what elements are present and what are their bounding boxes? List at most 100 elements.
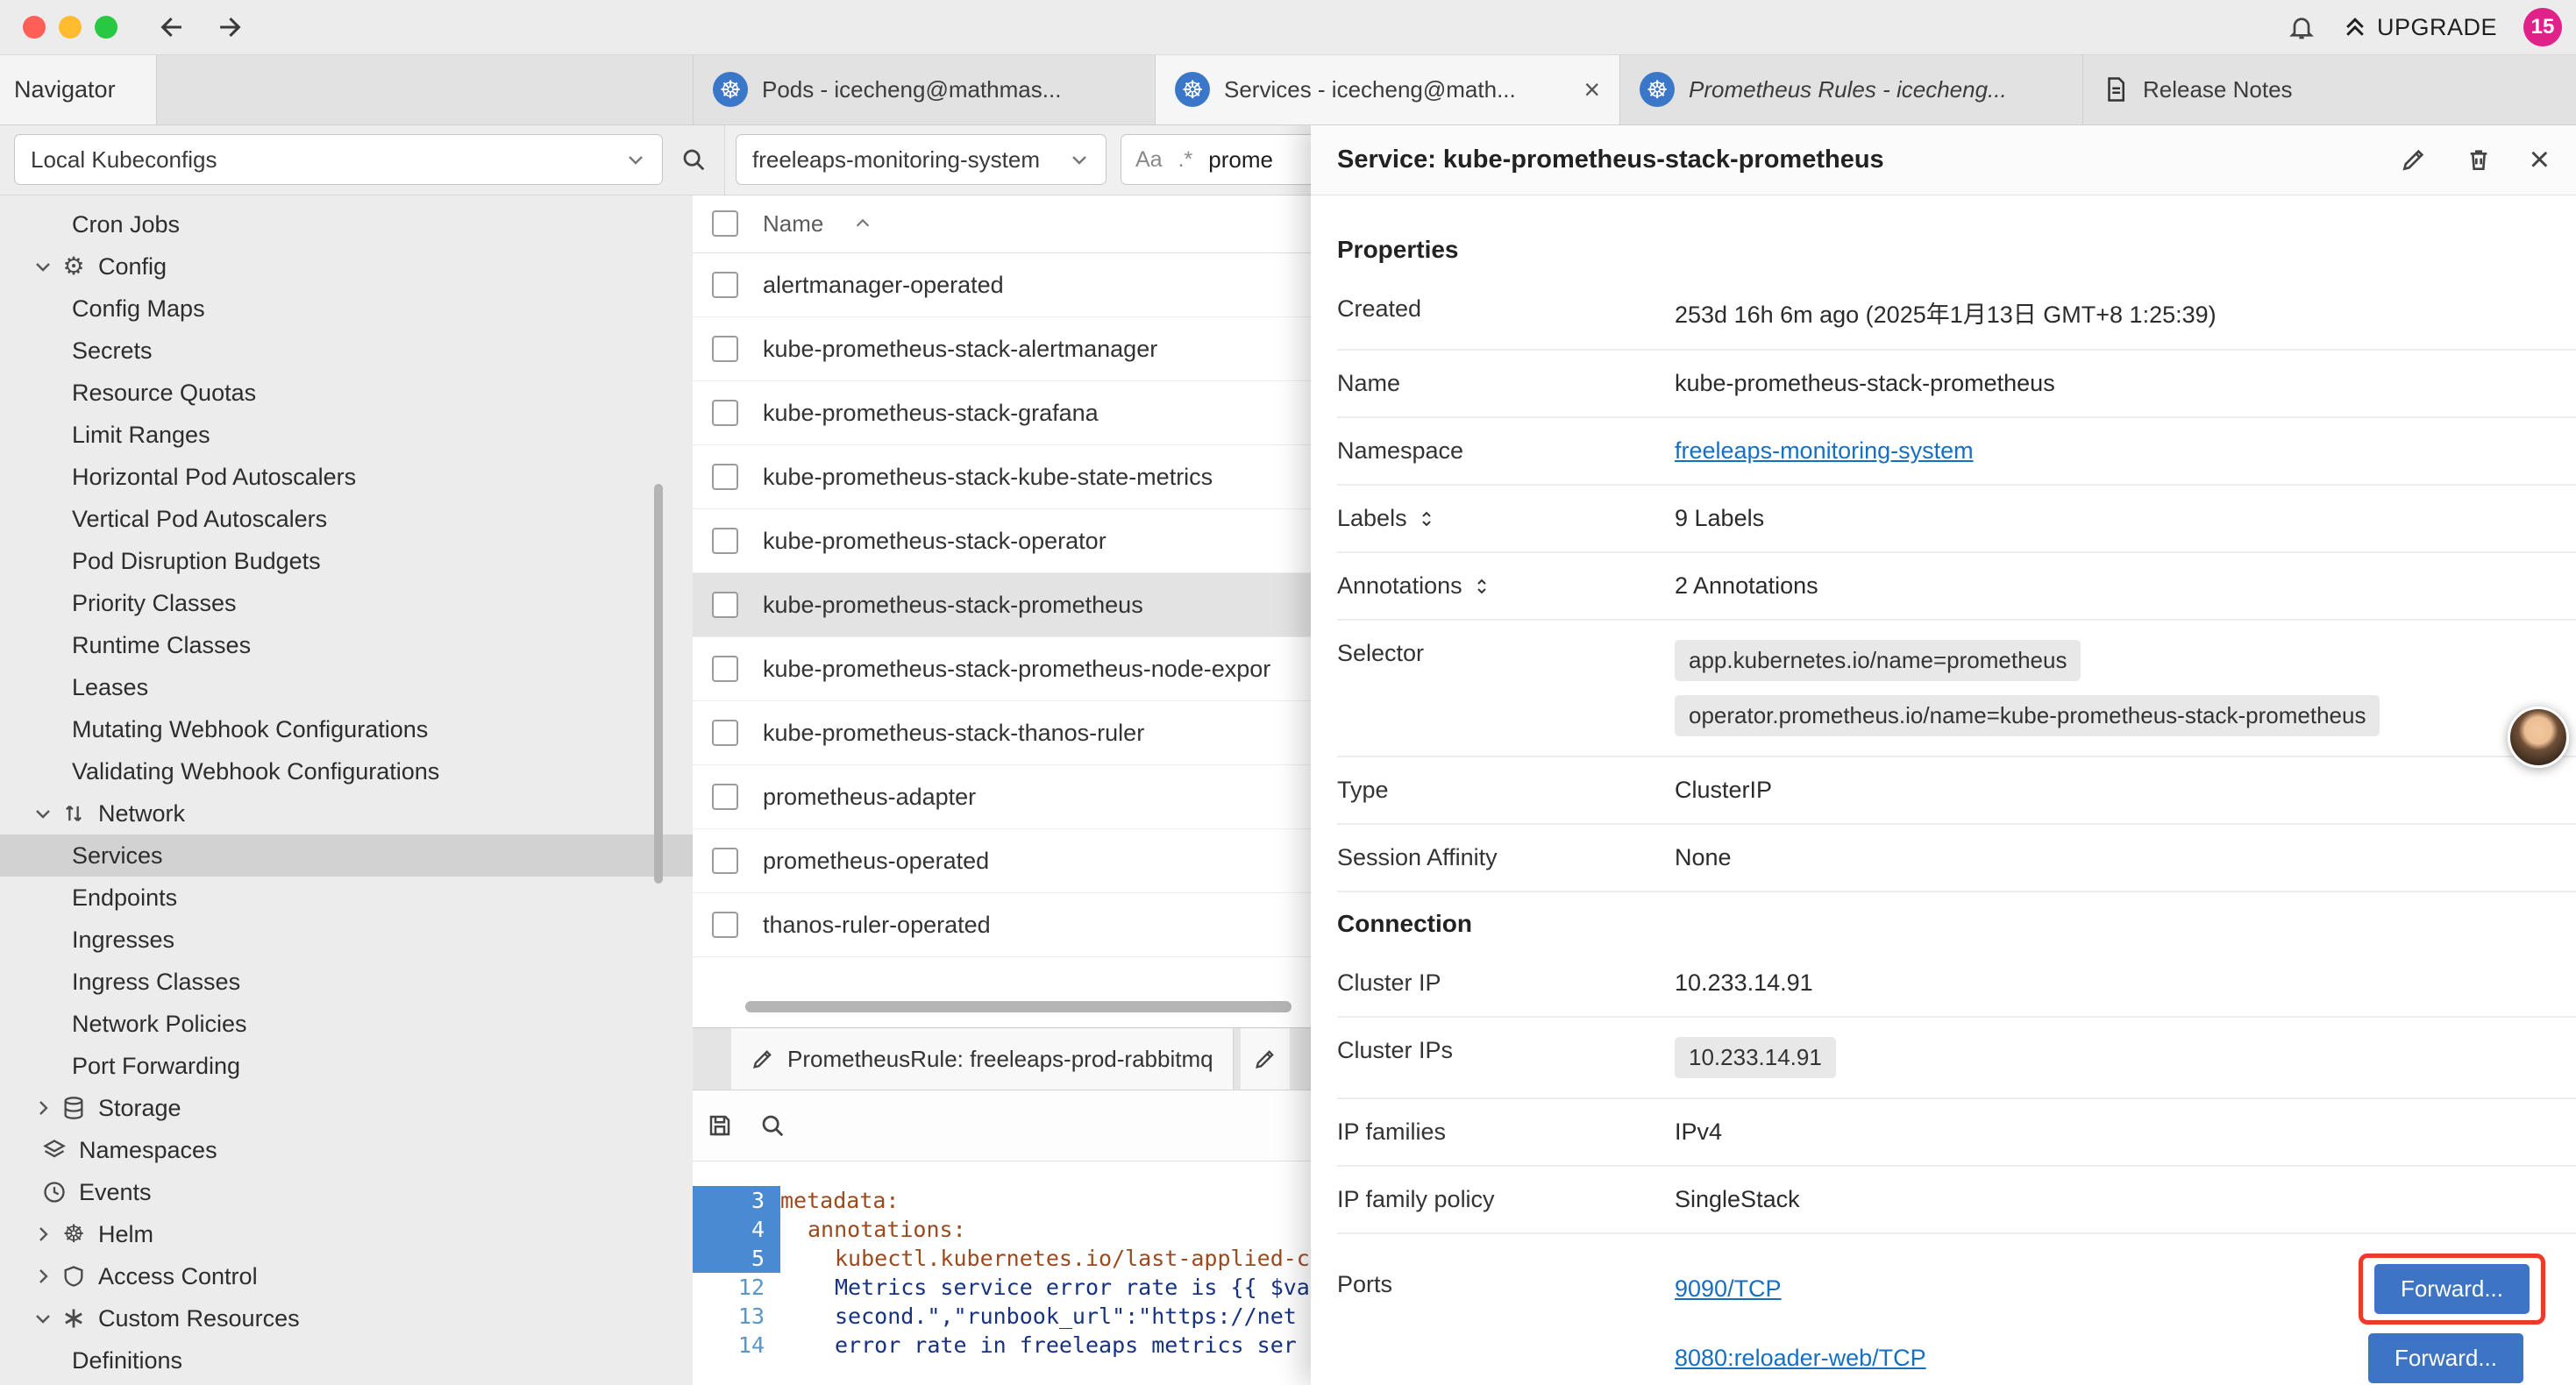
sidebar-item-ingress-classes[interactable]: Ingress Classes xyxy=(0,961,693,1003)
edit-pencil-icon[interactable] xyxy=(2400,146,2428,174)
row-checkbox[interactable] xyxy=(712,720,738,746)
back-icon[interactable] xyxy=(158,12,188,42)
notifications-bell-icon[interactable] xyxy=(2288,13,2316,41)
sidebar-item-validating-webhook-configurations[interactable]: Validating Webhook Configurations xyxy=(0,750,693,792)
sidebar-item-network[interactable]: Network xyxy=(0,792,693,835)
horizontal-scrollbar[interactable] xyxy=(745,1001,1292,1012)
code-line[interactable]: 3metadata: xyxy=(693,1186,1311,1215)
code-line[interactable]: 4annotations: xyxy=(693,1215,1311,1244)
row-checkbox[interactable] xyxy=(712,336,738,362)
chevron-right-icon[interactable] xyxy=(30,1224,56,1245)
port-forward-button[interactable]: Forward... xyxy=(2374,1264,2530,1314)
sort-toggle-icon[interactable] xyxy=(1471,576,1492,597)
row-checkbox[interactable] xyxy=(712,912,738,938)
code-line[interactable]: 5kubectl.kubernetes.io/last-applied-co xyxy=(693,1244,1311,1273)
maximize-window-button[interactable] xyxy=(95,16,117,39)
sidebar-item-resource-quotas[interactable]: Resource Quotas xyxy=(0,372,693,414)
sidebar-item-access-control[interactable]: Access Control xyxy=(0,1255,693,1297)
kubeconfig-select[interactable]: Local Kubeconfigs xyxy=(14,134,663,185)
sidebar-item-endpoints[interactable]: Endpoints xyxy=(0,877,693,919)
code-line[interactable]: 12Metrics service error rate is {{ $va xyxy=(693,1273,1311,1302)
dock-tab-prometheusrule[interactable]: PrometheusRule: freeleaps-prod-rabbitmq xyxy=(731,1028,1234,1090)
table-row[interactable]: prometheus-operated xyxy=(693,829,1311,893)
table-row[interactable]: kube-prometheus-stack-thanos-ruler xyxy=(693,701,1311,765)
sort-asc-icon[interactable] xyxy=(853,214,872,233)
sidebar-scrollbar[interactable] xyxy=(654,484,663,884)
code-line[interactable]: 14error rate in freeleaps metrics ser xyxy=(693,1331,1311,1360)
sidebar-item-custom-resources[interactable]: Custom Resources xyxy=(0,1297,693,1339)
column-header-name[interactable]: Name xyxy=(763,210,823,238)
forward-icon[interactable] xyxy=(214,12,244,42)
sidebar-item-horizontal-pod-autoscalers[interactable]: Horizontal Pod Autoscalers xyxy=(0,456,693,498)
navigator-tab[interactable]: Navigator xyxy=(0,54,157,124)
line-number[interactable]: 13 xyxy=(693,1302,780,1331)
sort-toggle-icon[interactable] xyxy=(1416,508,1437,529)
port-link[interactable]: 8080:reloader-web/TCP xyxy=(1675,1345,1926,1372)
row-checkbox[interactable] xyxy=(712,464,738,490)
regex-toggle[interactable]: .* xyxy=(1178,147,1193,173)
sidebar-item-events[interactable]: Events xyxy=(0,1171,693,1213)
close-icon[interactable]: × xyxy=(2530,142,2550,177)
chevron-down-icon[interactable] xyxy=(30,256,56,277)
sidebar-item-mutating-webhook-configurations[interactable]: Mutating Webhook Configurations xyxy=(0,708,693,750)
chevron-right-icon[interactable] xyxy=(30,1097,56,1119)
port-link[interactable]: 9090/TCP xyxy=(1675,1275,1782,1303)
code-line[interactable]: 13second.","runbook_url":"https://net xyxy=(693,1302,1311,1331)
line-number[interactable]: 12 xyxy=(693,1273,780,1302)
row-checkbox[interactable] xyxy=(712,528,738,554)
row-checkbox[interactable] xyxy=(712,272,738,298)
close-window-button[interactable] xyxy=(23,16,46,39)
sidebar-item-secrets[interactable]: Secrets xyxy=(0,330,693,372)
editor-tab[interactable]: ☸Prometheus Rules - icecheng... xyxy=(1620,54,2083,124)
namespace-select[interactable]: freeleaps-monitoring-system xyxy=(736,134,1107,185)
table-row[interactable]: kube-prometheus-stack-alertmanager xyxy=(693,317,1311,381)
minimize-window-button[interactable] xyxy=(59,16,82,39)
sidebar-item-network-policies[interactable]: Network Policies xyxy=(0,1003,693,1045)
sidebar-item-storage[interactable]: Storage xyxy=(0,1087,693,1129)
chevron-down-icon[interactable] xyxy=(30,1308,56,1329)
sidebar-item-cron-jobs[interactable]: Cron Jobs xyxy=(0,203,693,245)
sidebar-item-config[interactable]: ⚙Config xyxy=(0,245,693,288)
sidebar-item-pod-disruption-budgets[interactable]: Pod Disruption Budgets xyxy=(0,540,693,582)
row-checkbox[interactable] xyxy=(712,848,738,874)
dock-tab-partial[interactable] xyxy=(1241,1028,1290,1090)
sidebar-item-namespaces[interactable]: Namespaces xyxy=(0,1129,693,1171)
editor-tab[interactable]: ☸Services - icecheng@math...× xyxy=(1156,54,1620,124)
table-row[interactable]: alertmanager-operated xyxy=(693,253,1311,317)
editor-tab[interactable]: Release Notes xyxy=(2083,54,2576,124)
upgrade-button[interactable]: UPGRADE xyxy=(2342,14,2497,41)
namespace-link[interactable]: freeleaps-monitoring-system xyxy=(1675,437,1974,464)
table-row[interactable]: kube-prometheus-stack-operator xyxy=(693,509,1311,573)
table-row[interactable]: kube-prometheus-stack-grafana xyxy=(693,381,1311,445)
table-row[interactable]: prometheus-adapter xyxy=(693,765,1311,829)
line-number[interactable]: 14 xyxy=(693,1331,780,1360)
yaml-editor[interactable]: 3metadata:4annotations:5kubectl.kubernet… xyxy=(693,1161,1311,1360)
chevron-right-icon[interactable] xyxy=(30,1266,56,1287)
sidebar-item-runtime-classes[interactable]: Runtime Classes xyxy=(0,624,693,666)
sidebar-item-config-maps[interactable]: Config Maps xyxy=(0,288,693,330)
save-icon[interactable] xyxy=(707,1112,733,1139)
table-row[interactable]: kube-prometheus-stack-prometheus-node-ex… xyxy=(693,637,1311,701)
sidebar-item-vertical-pod-autoscalers[interactable]: Vertical Pod Autoscalers xyxy=(0,498,693,540)
sidebar-item-services[interactable]: Services xyxy=(0,835,693,877)
port-forward-button[interactable]: Forward... xyxy=(2368,1333,2523,1383)
table-row[interactable]: kube-prometheus-stack-prometheus xyxy=(693,573,1311,637)
row-checkbox[interactable] xyxy=(712,400,738,426)
row-checkbox[interactable] xyxy=(712,592,738,618)
sidebar-item-ingresses[interactable]: Ingresses xyxy=(0,919,693,961)
sidebar-item-limit-ranges[interactable]: Limit Ranges xyxy=(0,414,693,456)
row-checkbox[interactable] xyxy=(712,784,738,810)
sidebar-item-leases[interactable]: Leases xyxy=(0,666,693,708)
editor-tab[interactable]: ☸Pods - icecheng@mathmas... xyxy=(694,54,1156,124)
sidebar-item-definitions[interactable]: Definitions xyxy=(0,1339,693,1381)
notification-count-badge[interactable]: 15 xyxy=(2523,8,2562,46)
sidebar-item-port-forwarding[interactable]: Port Forwarding xyxy=(0,1045,693,1087)
trash-icon[interactable] xyxy=(2465,146,2493,174)
table-row[interactable]: kube-prometheus-stack-kube-state-metrics xyxy=(693,445,1311,509)
table-row[interactable]: thanos-ruler-operated xyxy=(693,893,1311,957)
tab-close-icon[interactable]: × xyxy=(1583,75,1600,103)
match-case-toggle[interactable]: Aa xyxy=(1135,147,1163,173)
chevron-down-icon[interactable] xyxy=(30,803,56,824)
sidebar-search-icon[interactable] xyxy=(680,146,707,173)
editor-search-icon[interactable] xyxy=(759,1112,786,1139)
